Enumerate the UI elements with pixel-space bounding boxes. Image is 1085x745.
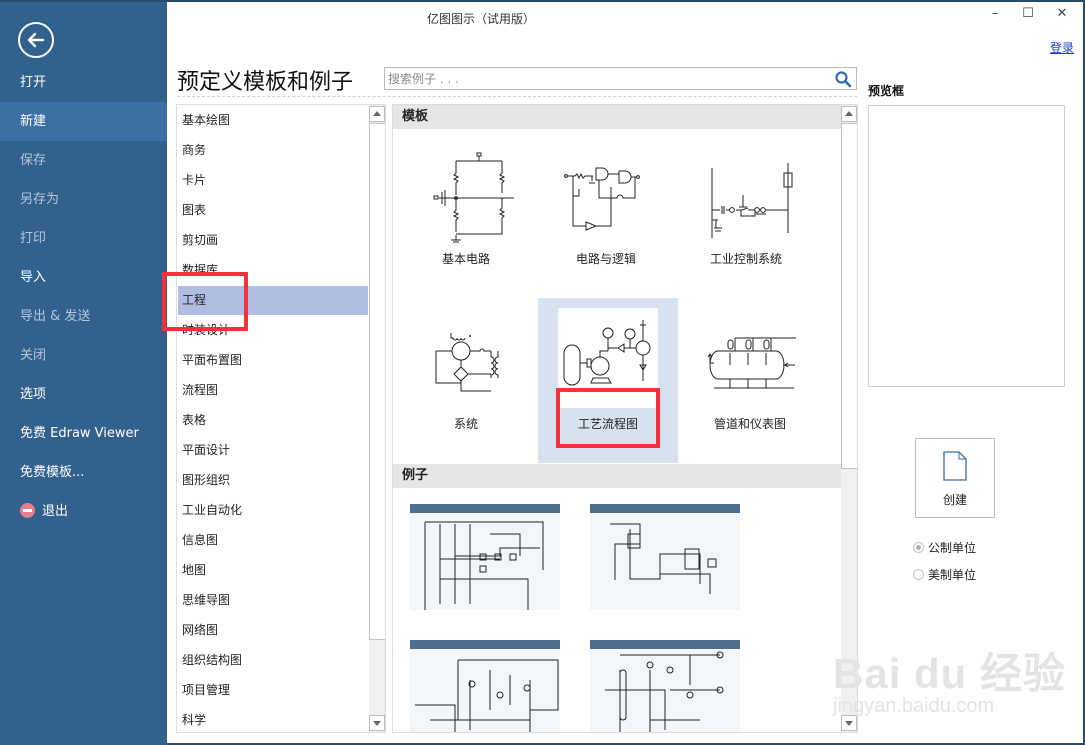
search-input[interactable]: [385, 68, 825, 89]
template-logic-circuit[interactable]: 电路与逻辑: [536, 133, 676, 298]
template-label: 系统: [453, 417, 478, 431]
scrollbar-thumb[interactable]: [369, 123, 385, 640]
category-item[interactable]: 流程图: [178, 376, 368, 405]
scrollbar-thumb[interactable]: [841, 123, 857, 469]
minimize-icon: –: [991, 6, 999, 21]
templates-scrollbar[interactable]: [841, 105, 857, 732]
template-industrial-control[interactable]: 工业控制系统: [676, 133, 816, 298]
chevron-up-icon: [845, 111, 853, 116]
sidebar-item-save[interactable]: 保存: [0, 141, 167, 180]
highlight-box-category: [162, 272, 248, 331]
sidebar-item-open[interactable]: 打开: [0, 63, 167, 102]
radio-icon-checked: [913, 542, 924, 553]
category-item[interactable]: 基本绘图: [178, 106, 368, 135]
chevron-down-icon: [373, 721, 381, 726]
page-title: 预定义模板和例子: [177, 70, 354, 95]
radio-us-units[interactable]: 美制单位: [913, 566, 976, 583]
scroll-down-button[interactable]: [369, 715, 385, 731]
category-item[interactable]: 平面设计: [178, 436, 368, 465]
sidebar-item-print[interactable]: 打印: [0, 219, 167, 258]
category-item[interactable]: 组织结构图: [178, 646, 368, 675]
category-item[interactable]: 剪切画: [178, 226, 368, 255]
sidebar-item-free-viewer[interactable]: 免费 Edraw Viewer: [0, 414, 167, 453]
template-label: 管道和仪表图: [713, 417, 786, 431]
template-label: 工业控制系统: [709, 252, 782, 266]
radio-icon-unchecked: [913, 569, 924, 580]
maximize-button[interactable]: ☐: [1018, 6, 1038, 24]
example-thumbnail[interactable]: [590, 504, 740, 610]
new-document-icon: [943, 451, 967, 481]
close-button[interactable]: ✕: [1052, 6, 1072, 24]
example-schematic-image: [610, 523, 717, 594]
templates-section-header: 模板: [393, 105, 842, 129]
search-box: [384, 67, 857, 90]
template-pid[interactable]: 管道和仪表图: [680, 298, 820, 463]
radio-metric-units[interactable]: 公制单位: [913, 539, 976, 556]
create-label: 创建: [942, 493, 967, 507]
example-thumbnail[interactable]: [410, 640, 560, 732]
category-list: 基本绘图 商务 卡片 图表 剪切画 数据库 工程 时装设计 平面布置图 流程图 表格 平面设计 图形组织…: [176, 104, 386, 733]
category-item[interactable]: 思维导图: [178, 586, 368, 615]
category-scrollbar[interactable]: [369, 105, 385, 732]
category-item[interactable]: 商务: [178, 136, 368, 165]
window-title: 亿图图示（试用版）: [427, 12, 536, 26]
examples-section-header: 例子: [393, 464, 842, 488]
header-divider: [177, 96, 857, 97]
sidebar-item-import[interactable]: 导入: [0, 258, 167, 297]
category-item[interactable]: 表格: [178, 406, 368, 435]
sidebar-item-save-as[interactable]: 另存为: [0, 180, 167, 219]
watermark: Bai du 经验 jingyan.baidu.com: [833, 650, 1067, 717]
minimize-button[interactable]: –: [985, 6, 1005, 24]
category-item[interactable]: 工业自动化: [178, 496, 368, 525]
example-schematic-image: [424, 521, 544, 610]
industrial-control-icon: [711, 163, 793, 238]
minus-circle-icon: [20, 503, 35, 518]
example-schematic-image: [415, 659, 559, 732]
category-item[interactable]: 地图: [178, 556, 368, 585]
example-thumbnail[interactable]: [410, 504, 560, 610]
category-item[interactable]: 图形组织: [178, 466, 368, 495]
close-icon: ✕: [1056, 6, 1068, 21]
template-basic-circuit[interactable]: 基本电路: [396, 133, 536, 298]
template-system[interactable]: 系统: [396, 298, 536, 463]
example-schematic-image: [605, 651, 724, 732]
template-label: 电路与逻辑: [575, 252, 636, 266]
arrow-left-icon: [27, 32, 45, 48]
category-item[interactable]: 平面布置图: [178, 346, 368, 375]
basic-circuit-icon: [433, 152, 514, 243]
logic-circuit-icon: [564, 167, 640, 231]
scroll-up-button[interactable]: [841, 106, 857, 122]
create-button[interactable]: 创建: [915, 438, 995, 518]
category-item[interactable]: 科学: [178, 706, 368, 732]
example-thumbnail[interactable]: [590, 640, 740, 732]
category-item[interactable]: 网络图: [178, 616, 368, 645]
maximize-icon: ☐: [1022, 6, 1034, 21]
sidebar-item-close[interactable]: 关闭: [0, 336, 167, 375]
scroll-up-button[interactable]: [369, 106, 385, 122]
chevron-down-icon: [845, 721, 853, 726]
login-link[interactable]: 登录: [1050, 39, 1074, 56]
category-item[interactable]: 项目管理: [178, 676, 368, 705]
template-label: 基本电路: [441, 252, 490, 266]
system-diagram-icon: [435, 333, 499, 392]
highlight-box-template: [556, 388, 660, 448]
preview-box: [868, 105, 1065, 387]
preview-label: 预览框: [868, 84, 905, 98]
sidebar-item-exit[interactable]: 退出: [0, 492, 167, 531]
sidebar-item-options[interactable]: 选项: [0, 375, 167, 414]
category-item[interactable]: 卡片: [178, 166, 368, 195]
sidebar-item-new[interactable]: 新建: [0, 102, 167, 141]
category-item[interactable]: 图表: [178, 196, 368, 225]
sidebar-item-export-send[interactable]: 导出 & 发送: [0, 297, 167, 336]
back-button[interactable]: [18, 22, 54, 58]
category-item[interactable]: 信息图: [178, 526, 368, 555]
backstage-sidebar: 打开 新建 保存 另存为 打印 导入 导出 & 发送 关闭 选项 免费 Edra…: [0, 2, 167, 745]
search-icon[interactable]: [834, 70, 852, 88]
chevron-up-icon: [373, 111, 381, 116]
sidebar-item-free-templates[interactable]: 免费模板...: [0, 453, 167, 492]
pid-diagram-icon: [707, 337, 796, 389]
